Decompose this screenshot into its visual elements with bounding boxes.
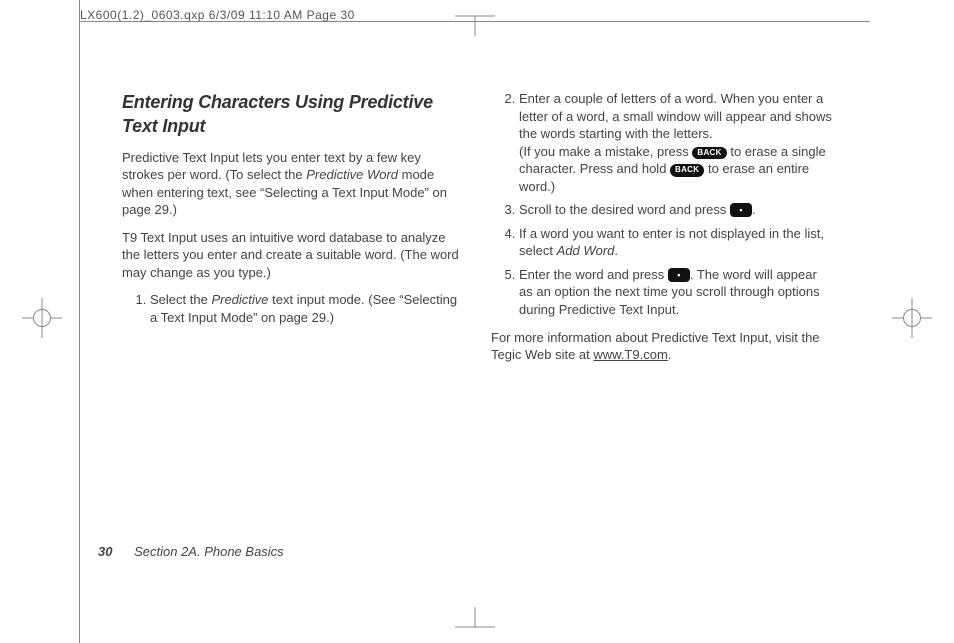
crop-mark-left: [22, 298, 62, 338]
step-5: Enter the word and press ▪. The word wil…: [519, 266, 832, 319]
intro-paragraph-1: Predictive Text Input lets you enter tex…: [122, 149, 463, 219]
text: Enter the word and press: [519, 267, 668, 282]
step-2: Enter a couple of letters of a word. Whe…: [519, 90, 832, 195]
right-column: Enter a couple of letters of a word. Whe…: [491, 90, 832, 374]
crop-mark-right: [892, 298, 932, 338]
emphasis-predictive-word: Predictive Word: [306, 167, 398, 182]
step-3: Scroll to the desired word and press ▪.: [519, 201, 832, 219]
section-title: Entering Characters Using Predictive Tex…: [122, 90, 463, 139]
page-footer: 30 Section 2A. Phone Basics: [98, 544, 284, 559]
text: Scroll to the desired word and press: [519, 202, 730, 217]
step-1: Select the Predictive text input mode. (…: [150, 291, 463, 326]
crop-mark-top: [455, 0, 495, 36]
step-4: If a word you want to enter is not displ…: [519, 225, 832, 260]
emphasis-predictive: Predictive: [211, 292, 268, 307]
vertical-crop-rule: [79, 0, 80, 643]
text: .: [752, 202, 756, 217]
back-key-icon: BACK: [692, 147, 726, 160]
header-slug: LX600(1.2)_0603.qxp 6/3/09 11:10 AM Page…: [80, 8, 355, 22]
text: Select the: [150, 292, 211, 307]
back-key-icon: BACK: [670, 164, 704, 177]
section-label: Section 2A. Phone Basics: [134, 544, 284, 559]
page-content: Entering Characters Using Predictive Tex…: [122, 90, 832, 374]
ok-key-icon: ▪: [730, 203, 752, 217]
left-column: Entering Characters Using Predictive Tex…: [122, 90, 463, 374]
text: (If you make a mistake, press: [519, 144, 692, 159]
steps-list-left: Select the Predictive text input mode. (…: [122, 291, 463, 326]
closing-paragraph: For more information about Predictive Te…: [491, 329, 832, 364]
text: Enter a couple of letters of a word. Whe…: [519, 91, 832, 141]
page-number: 30: [98, 544, 112, 559]
emphasis-add-word: Add Word: [557, 243, 615, 258]
intro-paragraph-2: T9 Text Input uses an intuitive word dat…: [122, 229, 463, 282]
text: .: [668, 347, 672, 362]
t9-link[interactable]: www.T9.com: [593, 347, 667, 362]
crop-mark-bottom: [455, 607, 495, 643]
steps-list-right: Enter a couple of letters of a word. Whe…: [491, 90, 832, 319]
text: .: [614, 243, 618, 258]
ok-key-icon: ▪: [668, 268, 690, 282]
